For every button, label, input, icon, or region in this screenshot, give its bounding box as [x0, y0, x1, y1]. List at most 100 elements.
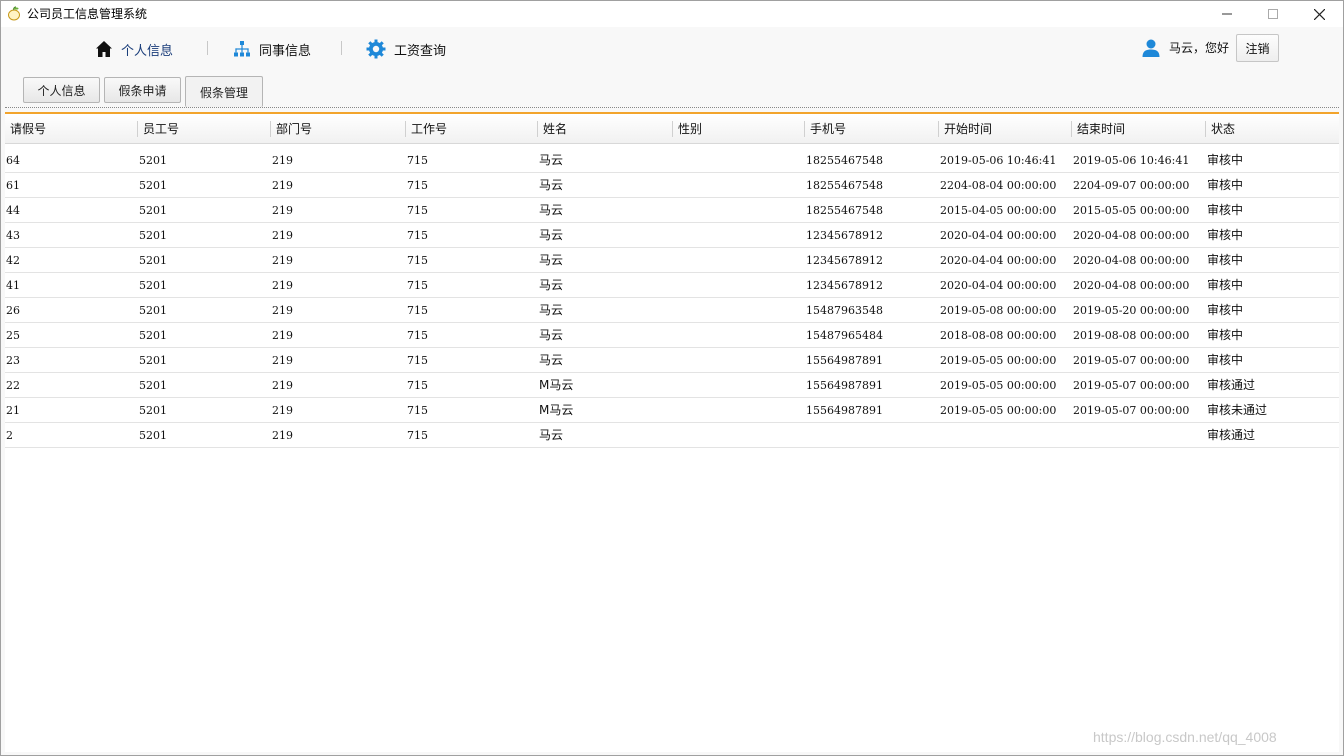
- table-cell-end-time: 2019-05-07 00:00:00: [1073, 354, 1190, 367]
- table-row[interactable]: 64 5201 219 715 马云 18255467548 2019-05-06 10:4…: [5, 148, 1339, 173]
- column-divider[interactable]: [938, 121, 939, 137]
- minimize-button[interactable]: [1204, 1, 1250, 27]
- table-cell-phone: 18255467548: [806, 204, 883, 217]
- table-row[interactable]: 61 5201 219 715 马云 18255467548 2204-08-04 00:0…: [5, 173, 1339, 198]
- table-cell-phone: 15487965484: [806, 329, 883, 342]
- col-leave-id-header[interactable]: 请假号: [5, 114, 46, 144]
- table-cell-leave-id: 44: [6, 204, 20, 217]
- table-row[interactable]: 23 5201 219 715 马云 15564987891 2019-05-05 00:0…: [5, 348, 1339, 373]
- table-cell-end-time: 2019-05-07 00:00:00: [1073, 404, 1190, 417]
- column-divider[interactable]: [537, 121, 538, 137]
- column-divider[interactable]: [137, 121, 138, 137]
- table-row[interactable]: 25 5201 219 715 马云 15487965484 2018-08-08 00:0…: [5, 323, 1339, 348]
- table-cell-job-id: 715: [407, 154, 428, 167]
- table-cell-job-id: 715: [407, 354, 428, 367]
- table-row[interactable]: 22 5201 219 715 M马云 15564987891 2019-05-05 00:…: [5, 373, 1339, 398]
- table-cell-employee-id: 5201: [139, 279, 167, 292]
- maximize-icon: [1268, 9, 1278, 19]
- table-row[interactable]: 21 5201 219 715 M马云 15564987891 2019-05-05 00:…: [5, 398, 1339, 423]
- table-cell-department-id: 219: [272, 329, 293, 342]
- tab-leave-application[interactable]: 假条申请: [104, 77, 181, 103]
- column-divider[interactable]: [405, 121, 406, 137]
- col-name-header[interactable]: 姓名: [538, 114, 567, 144]
- table-cell-status: 审核中: [1207, 178, 1244, 192]
- table-cell-job-id: 715: [407, 304, 428, 317]
- col-end-time-header[interactable]: 结束时间: [1072, 114, 1125, 144]
- tab-leave-management[interactable]: 假条管理: [185, 76, 263, 107]
- table-cell-end-time: 2020-04-08 00:00:00: [1073, 254, 1190, 267]
- table-cell-department-id: 219: [272, 404, 293, 417]
- column-divider[interactable]: [1205, 121, 1206, 137]
- table-row[interactable]: 26 5201 219 715 马云 15487963548 2019-05-08 00:0…: [5, 298, 1339, 323]
- col-phone-header[interactable]: 手机号: [805, 114, 846, 144]
- table-cell-phone: 18255467548: [806, 179, 883, 192]
- table-cell-end-time: 2020-04-08 00:00:00: [1073, 229, 1190, 242]
- col-gender-header[interactable]: 性别: [673, 114, 702, 144]
- tab-personal-info[interactable]: 个人信息: [23, 77, 100, 103]
- table-row[interactable]: 41 5201 219 715 马云 12345678912 2020-04-04 00:0…: [5, 273, 1339, 298]
- column-divider[interactable]: [1071, 121, 1072, 137]
- col-status-header[interactable]: 状态: [1206, 114, 1235, 144]
- nav-colleague-info[interactable]: 同事信息: [233, 37, 311, 61]
- table-cell-phone: 15564987891: [806, 379, 883, 392]
- table-cell-name: 马云: [539, 203, 564, 217]
- table-cell-name: 马云: [539, 153, 564, 167]
- table-cell-employee-id: 5201: [139, 404, 167, 417]
- nav-personal-info[interactable]: 个人信息: [95, 37, 173, 61]
- table-cell-department-id: 219: [272, 179, 293, 192]
- table-cell-department-id: 219: [272, 429, 293, 442]
- table-cell-phone: 12345678912: [806, 254, 883, 267]
- title-bar[interactable]: 公司员工信息管理系统: [1, 1, 1343, 27]
- table-cell-job-id: 715: [407, 179, 428, 192]
- table-cell-department-id: 219: [272, 229, 293, 242]
- table-cell-end-time: 2019-05-20 00:00:00: [1073, 304, 1190, 317]
- tab-divider: [5, 107, 1339, 108]
- table-cell-job-id: 715: [407, 404, 428, 417]
- watermark-text: https://blog.csdn.net/qq_4008: [1093, 729, 1277, 745]
- table-cell-name: 马云: [539, 278, 564, 292]
- table-cell-leave-id: 41: [6, 279, 20, 292]
- column-divider[interactable]: [270, 121, 271, 137]
- table-cell-status: 审核通过: [1207, 378, 1256, 392]
- close-button[interactable]: [1296, 1, 1342, 27]
- nav-salary-query[interactable]: 工资查询: [366, 37, 446, 61]
- col-start-time-header[interactable]: 开始时间: [939, 114, 992, 144]
- table-cell-name: 马云: [539, 428, 564, 442]
- gear-icon: [366, 39, 386, 59]
- table-cell-job-id: 715: [407, 429, 428, 442]
- table-cell-status: 审核中: [1207, 353, 1244, 367]
- table-cell-department-id: 219: [272, 204, 293, 217]
- table-cell-leave-id: 26: [6, 304, 20, 317]
- table-cell-status: 审核中: [1207, 303, 1244, 317]
- maximize-button[interactable]: [1250, 1, 1296, 27]
- column-divider[interactable]: [804, 121, 805, 137]
- logout-button[interactable]: 注销: [1236, 34, 1279, 62]
- table-cell-start-time: 2019-05-06 10:46:41: [940, 154, 1057, 167]
- user-greeting: 马云，您好: [1169, 41, 1230, 55]
- table-cell-start-time: 2019-05-08 00:00:00: [940, 304, 1057, 317]
- user-avatar-icon: [1142, 39, 1160, 57]
- home-icon: [96, 41, 112, 57]
- table-cell-employee-id: 5201: [139, 304, 167, 317]
- table-cell-status: 审核中: [1207, 253, 1244, 267]
- table-row[interactable]: 43 5201 219 715 马云 12345678912 2020-04-04 00:0…: [5, 223, 1339, 248]
- table-row[interactable]: 42 5201 219 715 马云 12345678912 2020-04-04 00:0…: [5, 248, 1339, 273]
- table-cell-leave-id: 2: [6, 429, 13, 442]
- leave-table: 请假号 员工号 部门号 工作号 姓名 性别 手机号 开始时间 结束时间 状态 64 5201 219 7…: [5, 114, 1339, 752]
- column-divider[interactable]: [672, 121, 673, 137]
- table-cell-department-id: 219: [272, 354, 293, 367]
- table-cell-end-time: 2204-09-07 00:00:00: [1073, 179, 1190, 192]
- col-employee-id-header[interactable]: 员工号: [138, 114, 179, 144]
- table-cell-phone: 18255467548: [806, 154, 883, 167]
- table-cell-start-time: 2019-05-05 00:00:00: [940, 379, 1057, 392]
- table-cell-name: 马云: [539, 253, 564, 267]
- org-chart-icon: [234, 41, 250, 57]
- table-row[interactable]: 44 5201 219 715 马云 18255467548 2015-04-05 00:0…: [5, 198, 1339, 223]
- col-job-id-header[interactable]: 工作号: [406, 114, 447, 144]
- table-cell-name: M马云: [539, 378, 574, 392]
- col-department-id-header[interactable]: 部门号: [271, 114, 312, 144]
- close-icon: [1313, 8, 1325, 20]
- table-row[interactable]: 2 5201 219 715 马云 审核通过: [5, 423, 1339, 448]
- nav-label: 个人信息: [121, 43, 174, 59]
- table-cell-start-time: 2020-04-04 00:00:00: [940, 254, 1057, 267]
